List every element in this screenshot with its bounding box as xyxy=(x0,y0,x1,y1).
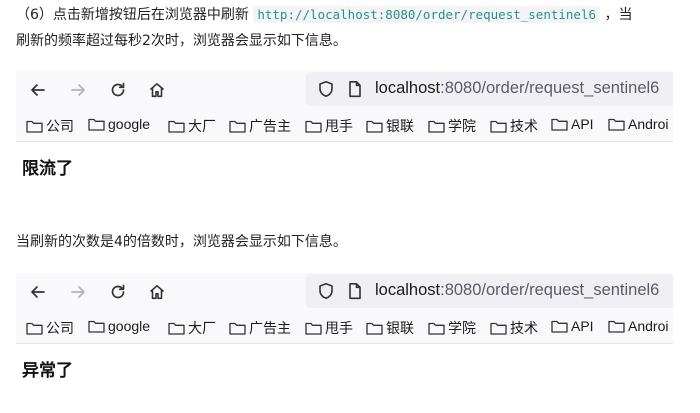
bookmark-label: 技术 xyxy=(510,118,538,134)
bookmark-label: 大厂 xyxy=(188,320,216,336)
bookmark-label: 广告主 xyxy=(249,118,291,134)
bookmark-label: 大厂 xyxy=(188,118,216,134)
bookmark-item[interactable]: 广告主 xyxy=(229,116,291,136)
folder-icon xyxy=(88,118,105,131)
back-icon[interactable] xyxy=(25,279,51,305)
url-text[interactable]: localhost:8080/order/request_sentinel6 xyxy=(375,281,659,300)
folder-icon xyxy=(26,120,43,133)
folder-icon xyxy=(366,120,383,133)
bookmark-label: 学院 xyxy=(448,118,476,134)
bookmark-item[interactable]: 公司 xyxy=(26,318,74,338)
bookmark-label: Androi xyxy=(628,318,669,334)
address-bar[interactable]: localhost:8080/order/request_sentinel6 xyxy=(306,72,673,106)
bookmark-item[interactable]: Androi xyxy=(608,116,668,132)
shield-icon[interactable] xyxy=(317,282,335,300)
instruction-text: （6）点击新增按钮后在浏览器中刷新 xyxy=(16,7,249,23)
instruction-line-1: （6）点击新增按钮后在浏览器中刷新 http://localhost:8080/… xyxy=(16,2,688,28)
bookmark-label: 技术 xyxy=(510,320,538,336)
bookmark-label: API xyxy=(571,116,594,132)
page-icon[interactable] xyxy=(346,80,364,98)
folder-icon xyxy=(26,322,43,335)
bookmark-item[interactable]: Androi xyxy=(608,318,668,334)
folder-icon xyxy=(88,320,105,333)
bookmark-label: google xyxy=(108,116,151,132)
instruction-suffix: ，当 xyxy=(604,7,633,23)
bookmark-label: 银联 xyxy=(386,320,414,336)
folder-icon xyxy=(490,322,507,335)
bookmark-label: API xyxy=(571,318,594,334)
forward-icon[interactable] xyxy=(65,279,91,305)
bookmark-label: 银联 xyxy=(386,118,414,134)
url-path: :8080/order/request_sentinel6 xyxy=(440,79,660,97)
bookmark-label: 甩手 xyxy=(325,118,353,134)
home-icon[interactable] xyxy=(144,77,170,103)
home-icon[interactable] xyxy=(144,279,170,305)
folder-icon xyxy=(168,120,185,133)
bookmark-item[interactable]: 大厂 xyxy=(168,116,216,136)
folder-icon xyxy=(551,320,568,333)
bookmark-item[interactable]: 甩手 xyxy=(305,116,353,136)
bookmark-label: 甩手 xyxy=(325,320,353,336)
bookmark-item[interactable]: 学院 xyxy=(428,318,476,338)
instruction-line-2: 刷新的频率超过每秒2次时，浏览器会显示如下信息。 xyxy=(16,33,347,49)
reload-icon[interactable] xyxy=(105,77,131,103)
page-icon[interactable] xyxy=(346,282,364,300)
bookmark-item[interactable]: 技术 xyxy=(490,318,538,338)
bookmark-item[interactable]: 技术 xyxy=(490,116,538,136)
bookmark-label: 公司 xyxy=(46,320,74,336)
browser-toolbar: localhost:8080/order/request_sentinel6 xyxy=(16,273,673,311)
folder-icon xyxy=(551,118,568,131)
browser-window-1: localhost:8080/order/request_sentinel6 公… xyxy=(16,71,673,142)
bookmark-item[interactable]: 银联 xyxy=(366,318,414,338)
url-host: localhost xyxy=(375,79,441,97)
bookmark-item[interactable]: google xyxy=(88,318,150,334)
url-path: :8080/order/request_sentinel6 xyxy=(440,281,660,299)
folder-icon xyxy=(608,320,625,333)
folder-icon xyxy=(168,322,185,335)
url-host: localhost xyxy=(375,281,441,299)
folder-icon xyxy=(305,120,322,133)
bookmark-label: google xyxy=(108,318,151,334)
page-content-text: 限流了 xyxy=(22,159,73,179)
url-text[interactable]: localhost:8080/order/request_sentinel6 xyxy=(375,79,659,98)
bookmark-label: 广告主 xyxy=(249,320,291,336)
forward-icon[interactable] xyxy=(65,77,91,103)
bookmarks-bar: 公司 google 大厂 广告主 甩手 银联 学院 技术 API Androi xyxy=(16,109,673,142)
browser-window-2: localhost:8080/order/request_sentinel6 公… xyxy=(16,273,673,344)
bookmark-item[interactable]: 大厂 xyxy=(168,318,216,338)
bookmark-item[interactable]: API xyxy=(551,116,594,132)
bookmark-label: 学院 xyxy=(448,320,476,336)
folder-icon xyxy=(366,322,383,335)
shield-icon[interactable] xyxy=(317,80,335,98)
bookmark-label: Androi xyxy=(628,116,669,132)
bookmark-item[interactable]: 甩手 xyxy=(305,318,353,338)
browser-toolbar: localhost:8080/order/request_sentinel6 xyxy=(16,71,673,109)
bookmarks-bar: 公司 google 大厂 广告主 甩手 银联 学院 技术 API Androi xyxy=(16,311,673,344)
folder-icon xyxy=(305,322,322,335)
bookmark-item[interactable]: google xyxy=(88,116,150,132)
bookmark-item[interactable]: 广告主 xyxy=(229,318,291,338)
back-icon[interactable] xyxy=(25,77,51,103)
folder-icon xyxy=(490,120,507,133)
instruction-paragraph-2: 当刷新的次数是4的倍数时，浏览器会显示如下信息。 xyxy=(16,234,347,250)
folder-icon xyxy=(229,322,246,335)
url-code: http://localhost:8080/order/request_sent… xyxy=(253,6,601,23)
folder-icon xyxy=(428,322,445,335)
bookmark-item[interactable]: 银联 xyxy=(366,116,414,136)
bookmark-label: 公司 xyxy=(46,118,74,134)
folder-icon xyxy=(229,120,246,133)
bookmark-item[interactable]: 公司 xyxy=(26,116,74,136)
bookmark-item[interactable]: API xyxy=(551,318,594,334)
folder-icon xyxy=(428,120,445,133)
folder-icon xyxy=(608,118,625,131)
address-bar[interactable]: localhost:8080/order/request_sentinel6 xyxy=(306,274,673,308)
page-content-text-2: 异常了 xyxy=(22,361,73,381)
reload-icon[interactable] xyxy=(105,279,131,305)
bookmark-item[interactable]: 学院 xyxy=(428,116,476,136)
instruction-paragraph: （6）点击新增按钮后在浏览器中刷新 http://localhost:8080/… xyxy=(16,2,688,54)
